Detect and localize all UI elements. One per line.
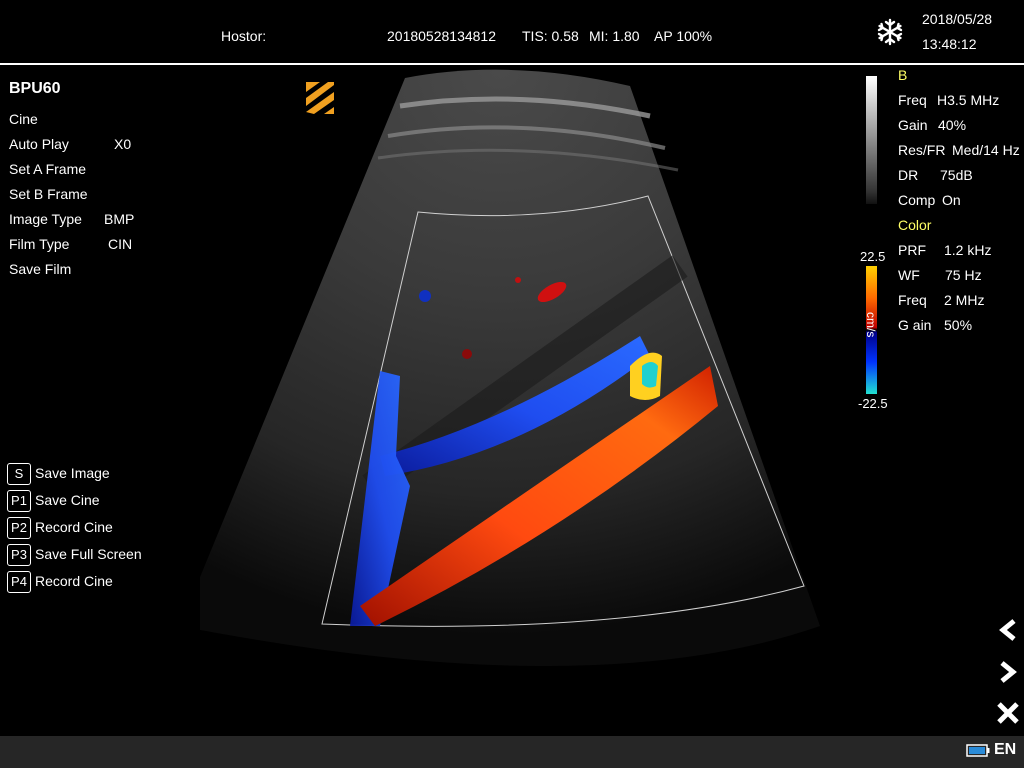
- param-value: H3.5 MHz: [937, 92, 1000, 108]
- param-label: Comp: [898, 192, 936, 208]
- shortcut-label: Record Cine: [35, 519, 113, 535]
- menu-item-save-film[interactable]: Save Film: [9, 261, 169, 281]
- ultrasound-image: [200, 69, 820, 666]
- close-icon[interactable]: [994, 699, 1022, 727]
- color-mode-title: Color: [898, 217, 932, 233]
- param-b-dr: DR 75dB: [898, 167, 973, 183]
- chevron-left-icon[interactable]: [994, 616, 1022, 644]
- menu-item-set-a-frame[interactable]: Set A Frame: [9, 161, 169, 181]
- menu-item-label: Image Type: [9, 211, 82, 227]
- date-readout: 2018/05/28: [922, 11, 993, 27]
- hospital-label: Hostor:: [221, 28, 267, 44]
- menu-item-label: Film Type: [9, 236, 70, 252]
- param-value: 75 Hz: [945, 267, 982, 283]
- probe-orientation-icon: [306, 82, 334, 114]
- param-color-freq: Freq 2 MHz: [898, 292, 984, 308]
- velocity-scale-min: -22.5: [858, 396, 888, 411]
- shortcut-key: P1: [7, 490, 31, 512]
- param-b-comp: Comp On: [898, 192, 961, 208]
- tis-readout: TIS: 0.58: [522, 28, 579, 44]
- shortcut-key: S: [7, 463, 31, 485]
- shortcut-key: P3: [7, 544, 31, 566]
- shortcut-key: P4: [7, 571, 31, 593]
- param-value: Med/14 Hz: [952, 142, 1020, 158]
- velocity-scale-max: 22.5: [860, 249, 886, 264]
- shortcut-key: P2: [7, 517, 31, 539]
- param-value: 75dB: [940, 167, 973, 183]
- shortcut-save-cine[interactable]: P1 Save Cine: [7, 490, 167, 514]
- menu-item-cine[interactable]: Cine: [9, 111, 169, 131]
- param-value: 40%: [938, 117, 967, 133]
- menu-item-label: Save Film: [9, 261, 72, 277]
- snowflake-icon[interactable]: [876, 18, 904, 46]
- param-value: On: [942, 192, 961, 208]
- acoustic-power-readout: AP 100%: [654, 28, 713, 44]
- menu-item-label: Set B Frame: [9, 186, 88, 202]
- param-value: 50%: [944, 317, 973, 333]
- param-label: WF: [898, 267, 920, 283]
- menu-item-value: CIN: [108, 236, 133, 252]
- param-label: DR: [898, 167, 919, 183]
- shortcut-label: Save Image: [35, 465, 110, 481]
- shortcut-label: Save Full Screen: [35, 546, 142, 562]
- param-label: Gain: [898, 117, 928, 133]
- chevron-right-icon[interactable]: [994, 658, 1022, 686]
- language-indicator[interactable]: EN: [994, 741, 1016, 759]
- param-b-gain: Gain 40%: [898, 117, 966, 133]
- shortcut-save-image[interactable]: S Save Image: [7, 463, 167, 487]
- exam-id: 20180528134812: [387, 28, 497, 44]
- menu-item-film-type[interactable]: Film Type CIN: [9, 236, 169, 256]
- param-b-freq: Freq H3.5 MHz: [898, 92, 999, 108]
- shortcut-save-full-screen[interactable]: P3 Save Full Screen: [7, 544, 167, 568]
- shortcut-label: Save Cine: [35, 492, 100, 508]
- param-color-gain: G ain 50%: [898, 317, 972, 333]
- status-bar: [0, 736, 1024, 768]
- b-mode-title: B: [898, 67, 908, 83]
- header-divider: [0, 63, 1024, 65]
- param-value: 1.2 kHz: [944, 242, 992, 258]
- menu-item-set-b-frame[interactable]: Set B Frame: [9, 186, 169, 206]
- time-readout: 13:48:12: [922, 36, 977, 52]
- grayscale-bar: [866, 76, 877, 204]
- header-bar: Hostor: 20180528134812 TIS: 0.58 MI: 1.8…: [0, 0, 1024, 65]
- menu-title: BPU60: [9, 80, 61, 97]
- shortcut-record-cine[interactable]: P2 Record Cine: [7, 517, 167, 541]
- param-color-wf: WF 75 Hz: [898, 267, 982, 283]
- param-b-res-fr: Res/FR Med/14 Hz: [898, 142, 1020, 158]
- battery-icon: [966, 744, 990, 757]
- param-label: G ain: [898, 317, 932, 333]
- velocity-scale-unit: cm/s: [864, 312, 878, 338]
- menu-item-auto-play[interactable]: Auto Play X0: [9, 136, 169, 156]
- menu-item-label: Cine: [9, 111, 38, 127]
- param-value: 2 MHz: [944, 292, 985, 308]
- param-label: PRF: [898, 242, 926, 258]
- param-label: Freq: [898, 92, 927, 108]
- shortcut-record-cine-p4[interactable]: P4 Record Cine: [7, 571, 167, 595]
- param-label: Res/FR: [898, 142, 946, 158]
- param-label: Freq: [898, 292, 927, 308]
- param-color-prf: PRF 1.2 kHz: [898, 242, 991, 258]
- menu-item-value: BMP: [104, 211, 135, 227]
- menu-item-value: X0: [114, 136, 132, 152]
- menu-item-label: Set A Frame: [9, 161, 87, 177]
- shortcut-label: Record Cine: [35, 573, 113, 589]
- menu-item-image-type[interactable]: Image Type BMP: [9, 211, 169, 231]
- mi-readout: MI: 1.80: [589, 28, 640, 44]
- menu-item-label: Auto Play: [9, 136, 69, 152]
